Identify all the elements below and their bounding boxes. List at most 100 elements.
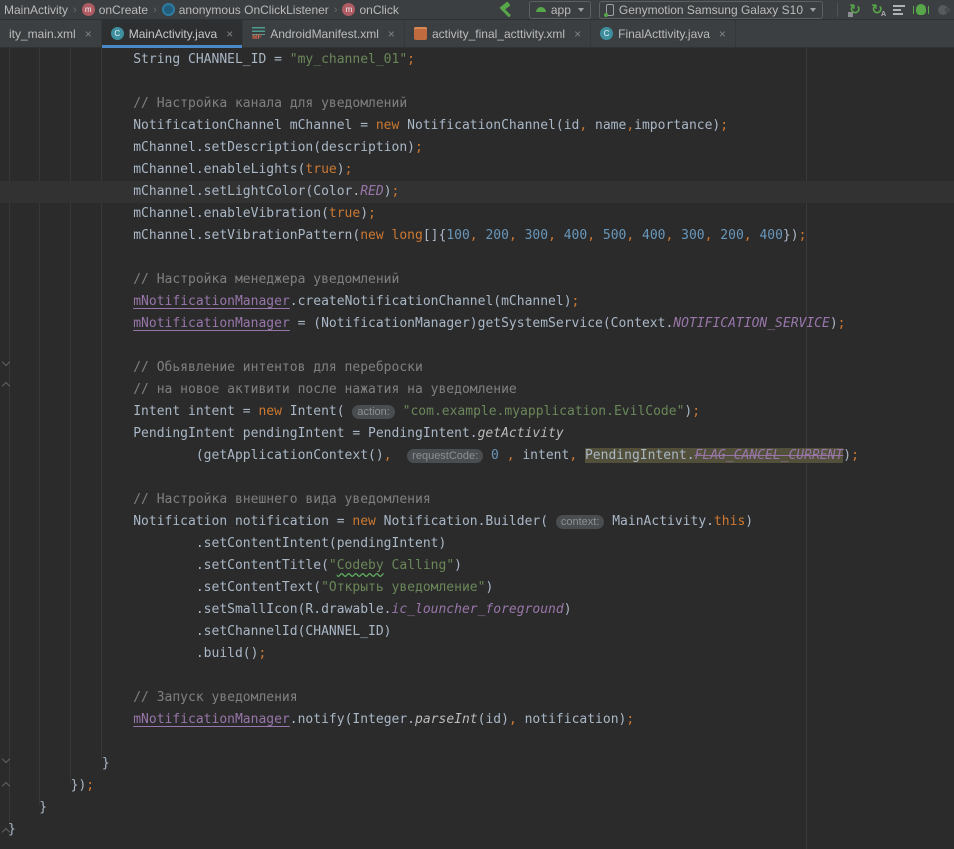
breadcrumb-item[interactable]: anonymous OnClickListener xyxy=(160,3,331,17)
code-token: , xyxy=(470,228,486,243)
attach-debugger-button[interactable] xyxy=(932,1,954,19)
breadcrumb-label: onCreate xyxy=(99,3,148,17)
fold-marker-icon[interactable] xyxy=(1,358,10,367)
code-token: ; xyxy=(392,184,400,199)
code-token: Calling" xyxy=(384,558,454,573)
breadcrumb-separator: › xyxy=(334,4,338,16)
code-token: }) xyxy=(783,228,799,243)
fold-marker-icon[interactable] xyxy=(1,380,10,389)
code-token xyxy=(395,404,403,419)
code-token: 300 xyxy=(681,228,704,243)
close-tab-icon[interactable]: × xyxy=(226,28,233,40)
breadcrumb-item[interactable]: MainActivity xyxy=(2,3,70,17)
tab-activity_final_acttivity.xml[interactable]: activity_final_acttivity.xml× xyxy=(405,20,591,47)
fold-marker-icon[interactable] xyxy=(1,780,10,789)
breadcrumb-item[interactable]: m onClick xyxy=(340,3,400,17)
debug-button[interactable] xyxy=(910,1,932,19)
code-token: new xyxy=(376,118,399,133)
code-line: }); xyxy=(0,775,954,797)
code-token: , xyxy=(587,228,603,243)
code-token: PendingIntent. xyxy=(585,448,695,463)
code-token: ) xyxy=(564,602,572,617)
code-token: ) xyxy=(360,206,368,221)
code-token: ; xyxy=(851,448,859,463)
code-line: // на новое активити после нажатия на ув… xyxy=(0,379,954,401)
device-selector-label: Genymotion Samsung Galaxy S10 xyxy=(619,3,803,17)
tab-FinalActtivity.java[interactable]: CFinalActtivity.java× xyxy=(591,20,736,47)
code-token: this xyxy=(714,514,745,529)
code-token: Intent intent = xyxy=(8,404,258,419)
code-line: .setSmallIcon(R.drawable.ic_louncher_for… xyxy=(0,599,954,621)
code-line xyxy=(0,731,954,753)
code-token xyxy=(499,448,507,463)
code-token: MainActivity. xyxy=(604,514,714,529)
code-token: ) xyxy=(745,514,753,529)
device-selector-dropdown[interactable]: Genymotion Samsung Galaxy S10 xyxy=(599,1,823,19)
code-token: new xyxy=(352,514,375,529)
code-line: .setChannelId(CHANNEL_ID) xyxy=(0,621,954,643)
code-token: ; xyxy=(415,140,423,155)
code-token xyxy=(8,316,133,331)
code-token: ) xyxy=(485,580,493,595)
code-token: // на новое активити после нажатия на ув… xyxy=(8,382,517,397)
breadcrumb-label: onClick xyxy=(359,3,398,17)
code-line: // Настройка менеджера уведомлений xyxy=(0,269,954,291)
tab-ity_main.xml[interactable]: ity_main.xml× xyxy=(0,20,102,47)
code-token: , xyxy=(384,448,392,463)
code-token: .setSmallIcon(R.drawable. xyxy=(8,602,392,617)
code-token: ; xyxy=(626,712,634,727)
apply-code-changes-button[interactable]: ↻ A xyxy=(866,1,888,19)
device-online-dot xyxy=(604,13,608,17)
code-token: NOTIFICATION_SERVICE xyxy=(673,316,830,331)
profiler-button[interactable] xyxy=(888,1,910,19)
code-token: mNotificationManager xyxy=(133,316,290,331)
code-token: 400 xyxy=(564,228,587,243)
java-class-icon: C xyxy=(600,27,613,40)
close-tab-icon[interactable]: × xyxy=(388,28,395,40)
code-token: // Запуск уведомления xyxy=(8,690,298,705)
code-line: mChannel.enableLights(true); xyxy=(0,159,954,181)
code-token: new xyxy=(258,404,281,419)
code-token: mNotificationManager xyxy=(133,712,290,727)
tab-MainActivity.java[interactable]: CMainActivity.java× xyxy=(102,20,244,47)
code-token: mChannel.enableVibration( xyxy=(8,206,329,221)
fold-marker-icon[interactable] xyxy=(1,826,10,835)
code-line: .build(); xyxy=(0,643,954,665)
code-line: } xyxy=(0,797,954,819)
code-token: Notification.Builder( xyxy=(376,514,556,529)
method-icon: m xyxy=(342,3,355,16)
fold-marker-icon[interactable] xyxy=(1,755,10,764)
code-token: mNotificationManager xyxy=(133,294,290,309)
code-token: new xyxy=(360,228,383,243)
code-token: importance) xyxy=(634,118,720,133)
code-line xyxy=(0,71,954,93)
code-token: .createNotificationChannel(mChannel) xyxy=(290,294,572,309)
code-token: , xyxy=(507,448,515,463)
code-token: intent xyxy=(515,448,570,463)
close-tab-icon[interactable]: × xyxy=(574,28,581,40)
breadcrumb-item[interactable]: monCreate xyxy=(80,3,150,17)
breadcrumb-separator: › xyxy=(73,4,77,16)
code-token: ) xyxy=(384,184,392,199)
build-hammer-icon[interactable] xyxy=(497,2,515,18)
code-token: action: xyxy=(352,405,394,419)
code-token xyxy=(392,448,408,463)
debug-bug-icon xyxy=(916,4,926,15)
code-token: "Открыть уведомление" xyxy=(321,580,485,595)
breadcrumb-label: anonymous OnClickListener xyxy=(179,3,329,17)
close-tab-icon[interactable]: × xyxy=(85,28,92,40)
code-area[interactable]: String CHANNEL_ID = "my_channel_01"; // … xyxy=(0,48,954,841)
close-tab-icon[interactable]: × xyxy=(719,28,726,40)
code-line: } xyxy=(0,753,954,775)
code-line xyxy=(0,247,954,269)
code-token: 200 xyxy=(720,228,743,243)
tab-AndroidManifest.xml[interactable]: MFAndroidManifest.xml× xyxy=(243,20,405,47)
code-token: // Настройка менеджера уведомлений xyxy=(8,272,399,287)
rerun-button[interactable]: ↻ xyxy=(844,1,866,19)
profiler-icon xyxy=(893,5,905,15)
run-configuration-dropdown[interactable]: app xyxy=(529,1,591,19)
code-line: // Настройка канала для уведомлений xyxy=(0,93,954,115)
code-line: PendingIntent pendingIntent = PendingInt… xyxy=(0,423,954,445)
breadcrumb: MainActivity›monCreate›anonymous OnClick… xyxy=(0,3,401,17)
code-line: (getApplicationContext(), requestCode: 0… xyxy=(0,445,954,467)
